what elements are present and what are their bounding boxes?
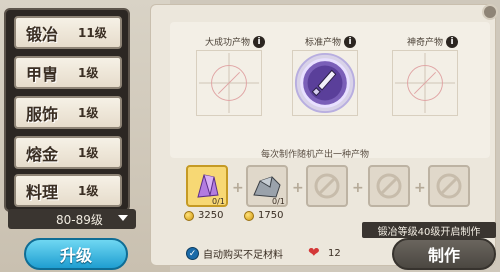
sidebar-item-cooking[interactable]: 料理 1级 xyxy=(14,174,122,207)
big-success-label: 大成功产物 xyxy=(205,38,251,48)
sidebar-item-label: 服饰 xyxy=(26,104,59,124)
standard-label: 标准产物 xyxy=(305,38,342,48)
heart-icon: ❤ xyxy=(308,245,320,261)
level-filter-dropdown[interactable]: 80-89级 xyxy=(8,209,136,229)
heart-count: 12 xyxy=(328,248,341,259)
info-icon[interactable]: i xyxy=(344,35,357,48)
make-button[interactable]: 制作 xyxy=(392,238,496,270)
sidebar-item-armor[interactable]: 甲胄 1级 xyxy=(14,56,122,89)
standard-header: 标准产物 i xyxy=(305,35,357,48)
upgrade-button[interactable]: 升级 xyxy=(24,238,128,270)
big-success-slot[interactable] xyxy=(196,50,262,116)
legendary-label: 神奇产物 xyxy=(407,38,444,48)
plus-icon: + xyxy=(352,180,364,196)
material-slot-4[interactable] xyxy=(368,165,410,207)
empty-slot-icon xyxy=(314,173,340,199)
empty-product-icon xyxy=(198,52,260,114)
requirement-banner: 锻冶等级40级开启制作 xyxy=(362,222,496,238)
gear-icon[interactable] xyxy=(482,4,498,20)
material-slot-3[interactable] xyxy=(306,165,348,207)
info-icon[interactable]: i xyxy=(446,35,459,48)
empty-slot-icon xyxy=(436,173,462,199)
info-icon[interactable]: i xyxy=(253,35,266,48)
triangle-down-icon xyxy=(118,215,128,221)
coin-icon xyxy=(244,210,254,221)
sidebar-item-label: 甲胄 xyxy=(26,64,59,84)
sidebar-item-level: 1级 xyxy=(78,184,99,198)
empty-slot-icon xyxy=(376,173,402,199)
sidebar-item-label: 锻冶 xyxy=(26,24,59,44)
sidebar-item-forging[interactable]: 锻冶 11级 xyxy=(14,16,122,49)
cost-value: 3250 xyxy=(198,210,224,221)
plus-icon: + xyxy=(232,180,244,196)
material-qty: 0/1 xyxy=(272,197,285,206)
product-caption: 每次制作随机产出一种产物 xyxy=(260,150,369,160)
sidebar-item-label: 熔金 xyxy=(26,144,59,164)
sidebar-item-clothing[interactable]: 服饰 1级 xyxy=(14,96,122,129)
category-menu: 锻冶 11级 甲胄 1级 服饰 1级 熔金 1级 料理 1级 xyxy=(4,8,130,212)
sword-product-icon xyxy=(294,52,356,114)
auto-buy-checkbox[interactable]: ✓ 自动购买不足材料 xyxy=(186,246,283,261)
coin-icon xyxy=(184,210,194,221)
empty-product-icon xyxy=(394,52,456,114)
big-success-header: 大成功产物 i xyxy=(205,35,266,48)
auto-buy-label: 自动购买不足材料 xyxy=(203,250,283,261)
checkmark-icon: ✓ xyxy=(186,247,199,260)
plus-icon: + xyxy=(292,180,304,196)
sidebar-item-label: 料理 xyxy=(26,182,59,202)
material-qty: 0/1 xyxy=(212,197,225,206)
legendary-slot[interactable] xyxy=(392,50,458,116)
material-slot-5[interactable] xyxy=(428,165,470,207)
material-cost-2: 1750 xyxy=(244,210,283,221)
sidebar-item-level: 1级 xyxy=(78,66,99,80)
sidebar-item-level: 11级 xyxy=(78,26,107,40)
legendary-header: 神奇产物 i xyxy=(407,35,459,48)
sidebar-item-smelting[interactable]: 熔金 1级 xyxy=(14,136,122,169)
standard-slot[interactable] xyxy=(292,50,358,116)
cost-value: 1750 xyxy=(258,210,284,221)
sidebar-item-level: 1级 xyxy=(78,106,99,120)
material-cost-1: 3250 xyxy=(184,210,223,221)
sidebar-item-level: 1级 xyxy=(78,146,99,160)
plus-icon: + xyxy=(414,180,426,196)
level-filter-value: 80-89级 xyxy=(56,212,103,227)
